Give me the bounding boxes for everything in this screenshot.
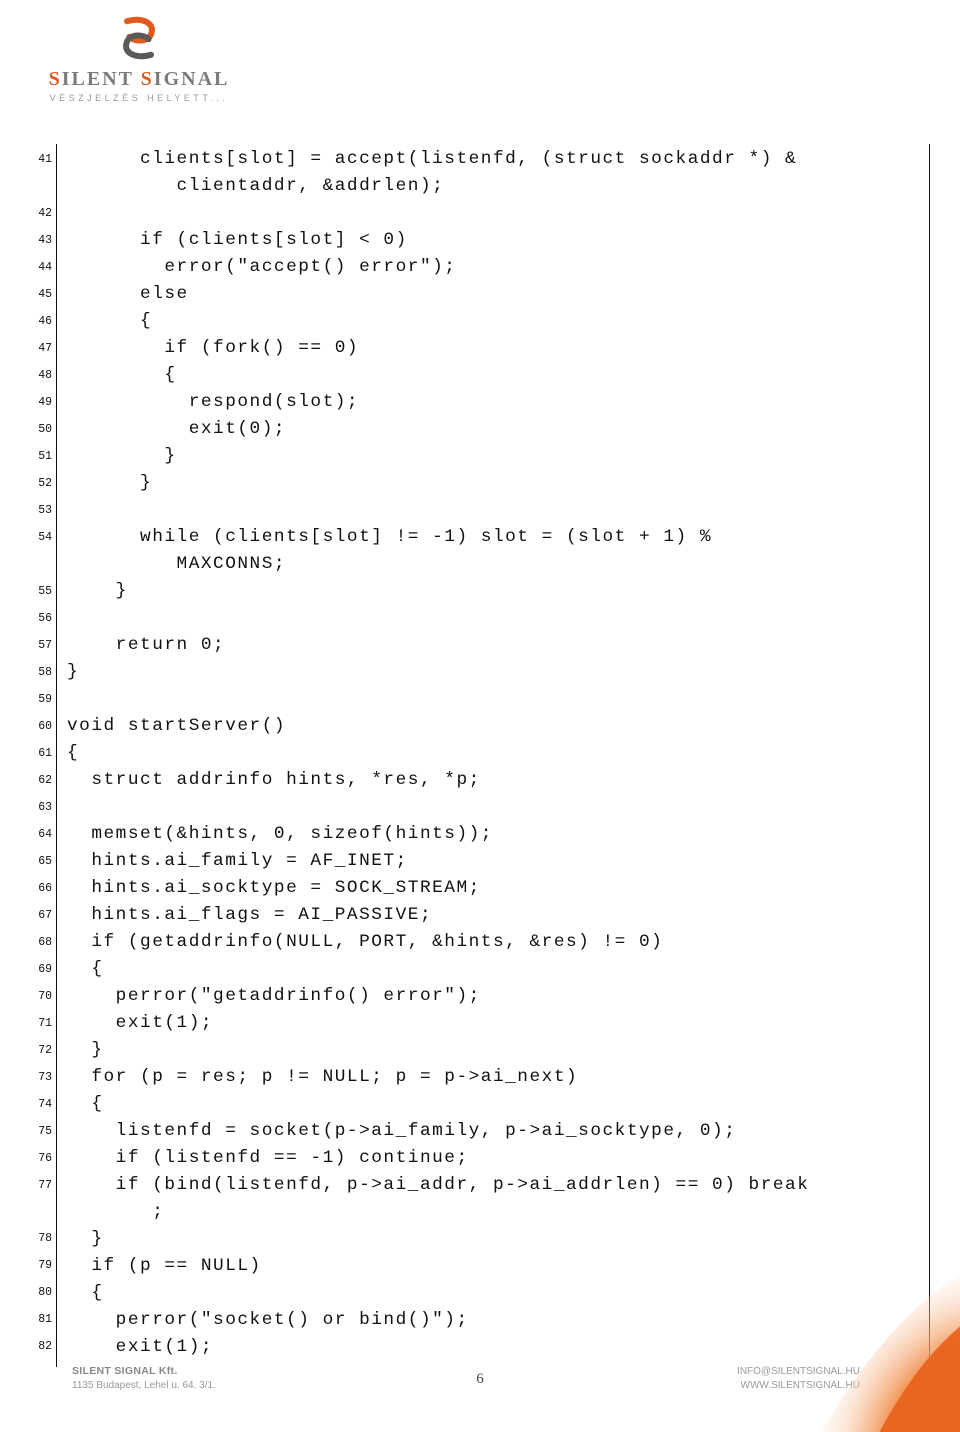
logo-word-ignal: IGNAL [154, 68, 230, 90]
code-line: struct addrinfo hints, *res, *p; [67, 767, 921, 794]
code-line: listenfd = socket(p->ai_family, p->ai_so… [67, 1118, 921, 1145]
line-number [30, 551, 52, 578]
line-number: 74 [30, 1091, 52, 1118]
line-number: 70 [30, 983, 52, 1010]
code-line: { [67, 740, 921, 767]
logo-word-ilent: ILENT [62, 68, 141, 90]
line-number: 45 [30, 281, 52, 308]
logo-tagline: VÉSZJELZÉS HELYETT... [34, 93, 244, 103]
line-number: 63 [30, 794, 52, 821]
logo-s-icon [109, 14, 169, 62]
code-line: for (p = res; p != NULL; p = p->ai_next) [67, 1064, 921, 1091]
code-line: hints.ai_flags = AI_PASSIVE; [67, 902, 921, 929]
code-line: } [67, 578, 921, 605]
code-line: if (clients[slot] < 0) [67, 227, 921, 254]
line-number: 53 [30, 497, 52, 524]
code-line: hints.ai_family = AF_INET; [67, 848, 921, 875]
line-number: 61 [30, 740, 52, 767]
line-number: 64 [30, 821, 52, 848]
logo-letter-s1: S [49, 68, 62, 90]
line-number: 47 [30, 335, 52, 362]
line-number: 66 [30, 875, 52, 902]
code-line: { [67, 308, 921, 335]
code-line: while (clients[slot] != -1) slot = (slot… [67, 524, 921, 551]
line-number: 56 [30, 605, 52, 632]
line-number: 46 [30, 308, 52, 335]
line-number: 55 [30, 578, 52, 605]
code-line: if (bind(listenfd, p->ai_addr, p->ai_add… [67, 1172, 921, 1199]
logo-mark [34, 14, 244, 62]
code-line [67, 200, 921, 227]
logo: SILENT SIGNAL VÉSZJELZÉS HELYETT... [34, 14, 244, 103]
code-line: } [67, 1037, 921, 1064]
corner-flare [740, 1212, 960, 1432]
logo-letter-s2: S [141, 68, 154, 90]
code-line: MAXCONNS; [67, 551, 921, 578]
line-number-gutter: 41 42434445464748495051525354 555657585960… [30, 144, 56, 1367]
line-number: 75 [30, 1118, 52, 1145]
code-line: { [67, 956, 921, 983]
line-number: 72 [30, 1037, 52, 1064]
line-number: 71 [30, 1010, 52, 1037]
logo-type: SILENT SIGNAL [34, 68, 244, 91]
code-line: perror("getaddrinfo() error"); [67, 983, 921, 1010]
code-line: if (fork() == 0) [67, 335, 921, 362]
line-number: 78 [30, 1225, 52, 1252]
code-line: return 0; [67, 632, 921, 659]
line-number: 58 [30, 659, 52, 686]
line-number: 48 [30, 362, 52, 389]
code-line: } [67, 659, 921, 686]
line-number: 67 [30, 902, 52, 929]
code-line [67, 497, 921, 524]
code-line: error("accept() error"); [67, 254, 921, 281]
line-number: 51 [30, 443, 52, 470]
line-number [30, 173, 52, 200]
code-line: hints.ai_socktype = SOCK_STREAM; [67, 875, 921, 902]
code-line: if (getaddrinfo(NULL, PORT, &hints, &res… [67, 929, 921, 956]
line-number: 44 [30, 254, 52, 281]
line-number: 76 [30, 1145, 52, 1172]
code-line [67, 794, 921, 821]
code-line: exit(1); [67, 1010, 921, 1037]
code-line: } [67, 470, 921, 497]
line-number: 41 [30, 146, 52, 173]
line-number: 73 [30, 1064, 52, 1091]
code-line: memset(&hints, 0, sizeof(hints)); [67, 821, 921, 848]
line-number: 65 [30, 848, 52, 875]
line-number: 54 [30, 524, 52, 551]
code-line [67, 686, 921, 713]
line-number: 79 [30, 1252, 52, 1279]
code-line: } [67, 443, 921, 470]
line-number [30, 1199, 52, 1226]
line-number: 82 [30, 1333, 52, 1360]
line-number: 77 [30, 1172, 52, 1199]
line-number: 59 [30, 686, 52, 713]
line-number: 69 [30, 956, 52, 983]
line-number: 68 [30, 929, 52, 956]
line-number: 42 [30, 200, 52, 227]
line-number: 57 [30, 632, 52, 659]
line-number: 60 [30, 713, 52, 740]
code-line: if (listenfd == -1) continue; [67, 1145, 921, 1172]
line-number: 80 [30, 1279, 52, 1306]
code-line: { [67, 1091, 921, 1118]
code-line: clients[slot] = accept(listenfd, (struct… [67, 146, 921, 173]
line-number: 81 [30, 1306, 52, 1333]
code-line: respond(slot); [67, 389, 921, 416]
code-box: clients[slot] = accept(listenfd, (struct… [56, 144, 930, 1367]
code-line [67, 605, 921, 632]
line-number: 52 [30, 470, 52, 497]
code-line: exit(0); [67, 416, 921, 443]
line-number: 49 [30, 389, 52, 416]
code-line: else [67, 281, 921, 308]
code-line: void startServer() [67, 713, 921, 740]
code-line: { [67, 362, 921, 389]
line-number: 50 [30, 416, 52, 443]
code-listing: 41 42434445464748495051525354 555657585960… [30, 144, 930, 1367]
line-number: 43 [30, 227, 52, 254]
line-number: 62 [30, 767, 52, 794]
code-line: clientaddr, &addrlen); [67, 173, 921, 200]
